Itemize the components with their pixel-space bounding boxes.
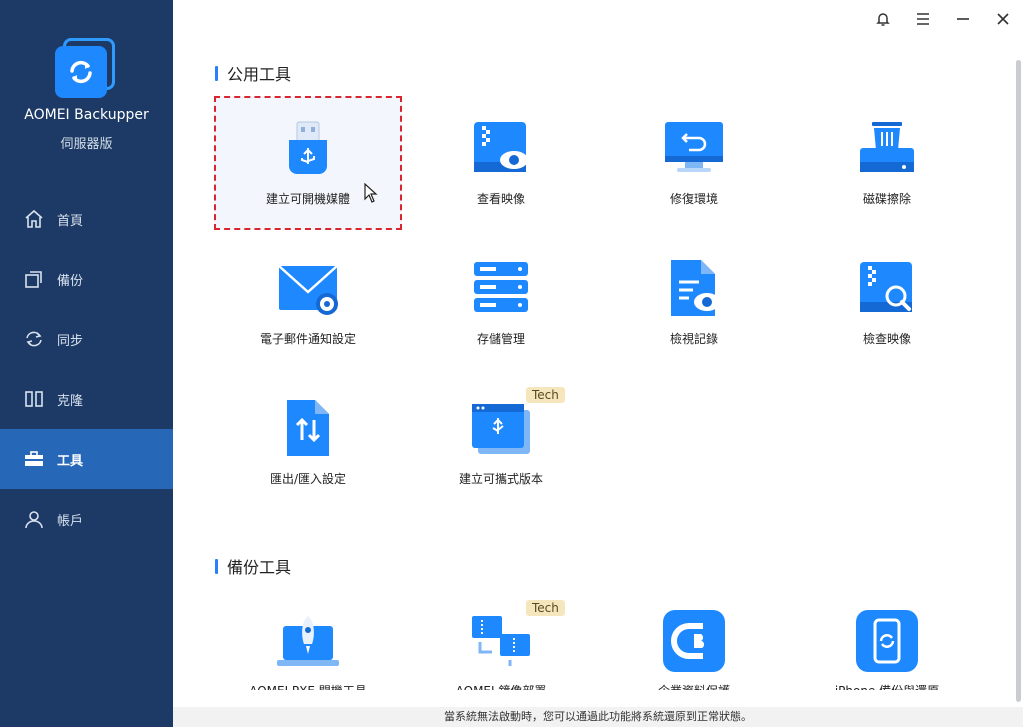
sidebar-item-clone[interactable]: 克隆 [0,369,173,429]
view-image-icon [470,118,532,180]
sidebar-nav: 首頁 備份 同步 克隆 工具 帳戶 [0,189,173,549]
tool-label: AOMEI 鏡像部署 [456,682,547,690]
scrollbar[interactable] [1016,60,1021,702]
email-gear-icon [277,258,339,320]
tool-label: iPhone 備份與還原 [835,682,939,690]
sidebar-item-label: 備份 [57,273,84,289]
sidebar-item-account[interactable]: 帳戶 [0,489,173,549]
tool-label: 建立可攜式版本 [458,472,543,486]
sidebar: AOMEI Backupper 伺服器版 首頁 備份 同步 克隆 工具 帳戶 [0,0,173,727]
tool-label: 檢查映像 [862,332,911,346]
tool-view-logs[interactable]: 檢視記錄 [600,238,788,372]
sidebar-item-label: 帳戶 [57,513,84,529]
sidebar-item-label: 工具 [57,453,84,469]
tech-badge: Tech [526,387,565,403]
tool-recovery-environment[interactable]: 修復環境 [600,98,788,232]
sidebar-item-label: 首頁 [57,213,84,229]
tool-label: 電子郵件通知設定 [259,332,356,346]
sidebar-item-label: 克隆 [57,393,84,409]
sidebar-item-label: 同步 [57,333,84,349]
sidebar-item-sync[interactable]: 同步 [0,309,173,369]
tool-email-settings[interactable]: 電子郵件通知設定 [214,238,402,372]
tool-cyber-backup[interactable]: 企業資料保護 [600,590,788,690]
tool-disk-wipe[interactable]: 磁碟擦除 [793,98,981,232]
sync-icon [24,329,44,349]
section-title-backup: 備份工具 [215,554,291,578]
bell-icon [876,13,890,26]
menu-button[interactable] [903,0,943,38]
mouse-cursor-icon [364,183,378,203]
recovery-monitor-icon [663,118,725,180]
tool-label: 檢視記錄 [669,332,718,346]
phone-sync-icon [856,610,918,672]
export-import-icon [277,398,339,460]
sidebar-item-backup[interactable]: 備份 [0,249,173,309]
user-icon [24,509,44,529]
tool-create-bootable-media[interactable]: 建立可開機媒體 [214,96,402,230]
sidebar-item-tools[interactable]: 工具 [0,429,173,489]
tech-badge: Tech [526,600,565,616]
usb-drive-icon [277,118,339,180]
tool-storage-management[interactable]: 存儲管理 [407,238,595,372]
cyber-backup-icon [663,610,725,672]
tool-label: 查看映像 [476,192,525,206]
main-panel: 公用工具 建立可開機媒體 查看映像 修復環境 磁碟擦除 電子郵件通知設定 存儲管… [173,0,1023,727]
minimize-icon [957,18,969,20]
log-document-icon [663,258,725,320]
close-button[interactable] [983,0,1023,38]
toolbox-icon [24,449,44,469]
tool-label: 企業資料保護 [658,682,730,690]
rocket-laptop-icon [277,610,339,672]
tool-label: 磁碟擦除 [862,192,911,206]
server-stack-icon [470,258,532,320]
status-bar: 當系統無法啟動時，您可以通過此功能將系統還原到正常狀態。 [173,707,1023,727]
tool-label: 修復環境 [669,192,718,206]
tool-check-image[interactable]: 檢查映像 [793,238,981,372]
app-logo [55,38,117,100]
hamburger-icon [917,13,929,25]
tool-label: 匯出/匯入設定 [269,472,347,486]
backup-icon [24,269,44,289]
tool-label: 建立可開機媒體 [265,192,350,206]
notification-button[interactable] [863,0,903,38]
tool-export-import[interactable]: 匯出/匯入設定 [214,378,402,512]
trash-disk-icon [856,118,918,180]
tool-image-deploy[interactable]: AOMEI 鏡像部署 [407,590,595,690]
app-edition: 伺服器版 [60,137,113,152]
tool-label: AOMEI PXE 開機工具 [249,682,367,690]
tool-view-image[interactable]: 查看映像 [407,98,595,232]
check-image-icon [856,258,918,320]
clone-icon [24,389,44,409]
deploy-network-icon [470,610,532,672]
portable-window-icon [470,398,532,460]
minimize-button[interactable] [943,0,983,38]
tool-pxe-boot[interactable]: AOMEI PXE 開機工具 [214,590,402,690]
close-icon [997,13,1009,25]
tool-create-portable[interactable]: 建立可攜式版本 [407,378,595,512]
tool-iphone-backup[interactable]: iPhone 備份與還原 [793,590,981,690]
window-controls [863,0,1023,38]
tool-label: 存儲管理 [476,332,525,346]
sync-logo-icon [70,60,92,84]
app-title: AOMEI Backupper [24,107,149,123]
sidebar-item-home[interactable]: 首頁 [0,189,173,249]
section-title-common: 公用工具 [215,61,291,85]
home-icon [24,209,44,229]
